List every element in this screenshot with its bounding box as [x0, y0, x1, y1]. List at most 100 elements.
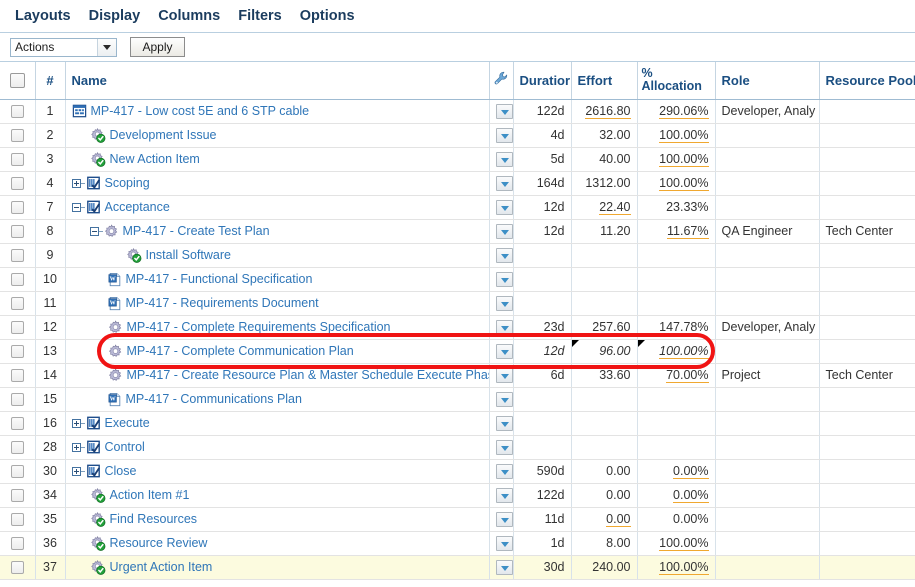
- row-name-cell[interactable]: MP-417 - Complete Requirements Specifica…: [65, 315, 490, 340]
- row-actions-cell[interactable]: [489, 507, 514, 532]
- table-row[interactable]: 2 Development Issue 4d 32.00 100.00%: [0, 123, 915, 148]
- row-actions-cell[interactable]: [489, 147, 514, 172]
- row-actions-cell[interactable]: [489, 555, 514, 580]
- row-actions-cell[interactable]: [489, 171, 514, 196]
- row-checkbox[interactable]: [10, 489, 24, 503]
- row-name-link[interactable]: Execute: [105, 416, 150, 430]
- row-actions-cell[interactable]: [489, 483, 514, 508]
- row-name-cell[interactable]: New Action Item: [65, 147, 490, 172]
- row-select-cell[interactable]: [0, 531, 36, 556]
- collapse-icon[interactable]: [71, 202, 85, 212]
- header-effort[interactable]: Effort: [571, 62, 638, 100]
- row-checkbox[interactable]: [10, 321, 24, 335]
- row-actions-cell[interactable]: [489, 435, 514, 460]
- header-select-all[interactable]: [0, 62, 36, 100]
- row-select-cell[interactable]: [0, 363, 36, 388]
- row-actions-cell[interactable]: [489, 123, 514, 148]
- row-name-cell[interactable]: MP-417 - Create Test Plan: [65, 219, 490, 244]
- table-row[interactable]: 12 MP-417 - Complete Requirements Specifi…: [0, 315, 915, 340]
- row-name-cell[interactable]: Find Resources: [65, 507, 490, 532]
- row-select-cell[interactable]: [0, 123, 36, 148]
- row-name-link[interactable]: MP-417 - Create Resource Plan & Master S…: [127, 368, 489, 382]
- row-actions-cell[interactable]: [489, 315, 514, 340]
- row-checkbox[interactable]: [10, 513, 24, 527]
- row-name-link[interactable]: Acceptance: [105, 200, 170, 214]
- row-name-cell[interactable]: MP-417 - Complete Communication Plan: [65, 339, 490, 364]
- table-row[interactable]: 15 W MP-417 - Communications Plan: [0, 387, 915, 412]
- row-dropdown-button[interactable]: [495, 415, 512, 431]
- row-actions-cell[interactable]: [489, 411, 514, 436]
- row-actions-cell[interactable]: [489, 339, 514, 364]
- row-checkbox[interactable]: [10, 273, 24, 287]
- row-name-link[interactable]: MP-417 - Requirements Document: [126, 296, 319, 310]
- row-name-link[interactable]: Resource Review: [110, 536, 208, 550]
- row-name-cell[interactable]: Action Item #1: [65, 483, 490, 508]
- row-checkbox[interactable]: [10, 537, 24, 551]
- row-select-cell[interactable]: [0, 411, 36, 436]
- row-checkbox[interactable]: [10, 153, 24, 167]
- menu-item-options[interactable]: Options: [291, 5, 364, 27]
- row-select-cell[interactable]: [0, 99, 36, 124]
- row-select-cell[interactable]: [0, 507, 36, 532]
- expand-icon[interactable]: [71, 466, 85, 476]
- row-dropdown-button[interactable]: [495, 463, 512, 479]
- row-select-cell[interactable]: [0, 219, 36, 244]
- menu-item-filters[interactable]: Filters: [229, 5, 291, 27]
- table-row[interactable]: 35 Find Resources 11d 0.00 0.00%: [0, 507, 915, 532]
- expand-icon[interactable]: [71, 442, 85, 452]
- table-row[interactable]: 9 Install Software: [0, 243, 915, 268]
- row-select-cell[interactable]: [0, 243, 36, 268]
- expand-icon[interactable]: [71, 178, 85, 188]
- row-actions-cell[interactable]: [489, 363, 514, 388]
- row-checkbox[interactable]: [10, 369, 24, 383]
- row-name-link[interactable]: New Action Item: [110, 152, 200, 166]
- table-row[interactable]: 13 MP-417 - Complete Communication Plan 12…: [0, 339, 915, 364]
- row-name-link[interactable]: MP-417 - Create Test Plan: [123, 224, 270, 238]
- header-duration[interactable]: Duratior: [513, 62, 572, 100]
- table-row[interactable]: 7 Acceptance 12d 22.40 23.33%: [0, 195, 915, 220]
- row-name-link[interactable]: Control: [105, 440, 145, 454]
- row-select-cell[interactable]: [0, 291, 36, 316]
- row-dropdown-button[interactable]: [495, 343, 512, 359]
- header-resource-pool[interactable]: Resource Pool: [819, 62, 915, 100]
- table-row[interactable]: 8 MP-417 - Create Test Plan 12d 11.20 11.67%…: [0, 219, 915, 244]
- row-dropdown-button[interactable]: [495, 127, 512, 143]
- row-dropdown-button[interactable]: [495, 535, 512, 551]
- row-actions-cell[interactable]: [489, 243, 514, 268]
- row-checkbox[interactable]: [10, 393, 24, 407]
- row-name-link[interactable]: Action Item #1: [110, 488, 190, 502]
- table-row[interactable]: 10 W MP-417 - Functional Specification: [0, 267, 915, 292]
- table-row[interactable]: 14 MP-417 - Create Resource Plan & Master…: [0, 363, 915, 388]
- menu-item-layouts[interactable]: Layouts: [6, 5, 80, 27]
- row-select-cell[interactable]: [0, 315, 36, 340]
- row-name-cell[interactable]: Control: [65, 435, 490, 460]
- row-actions-cell[interactable]: [489, 219, 514, 244]
- row-select-cell[interactable]: [0, 555, 36, 580]
- header-name[interactable]: Name: [65, 62, 490, 100]
- row-select-cell[interactable]: [0, 459, 36, 484]
- row-actions-cell[interactable]: [489, 531, 514, 556]
- row-name-cell[interactable]: W MP-417 - Communications Plan: [65, 387, 490, 412]
- row-name-cell[interactable]: MP-417 - Low cost 5E and 6 STP cable: [65, 99, 490, 124]
- header-allocation[interactable]: % Allocation: [637, 62, 716, 100]
- row-name-link[interactable]: MP-417 - Communications Plan: [126, 392, 302, 406]
- row-select-cell[interactable]: [0, 483, 36, 508]
- row-name-cell[interactable]: Close: [65, 459, 490, 484]
- row-checkbox[interactable]: [10, 249, 24, 263]
- row-actions-cell[interactable]: [489, 99, 514, 124]
- row-dropdown-button[interactable]: [495, 559, 512, 575]
- row-name-cell[interactable]: Acceptance: [65, 195, 490, 220]
- row-checkbox[interactable]: [10, 129, 24, 143]
- row-name-cell[interactable]: Install Software: [65, 243, 490, 268]
- row-name-cell[interactable]: W MP-417 - Functional Specification: [65, 267, 490, 292]
- row-select-cell[interactable]: [0, 195, 36, 220]
- row-checkbox[interactable]: [10, 177, 24, 191]
- row-name-link[interactable]: Find Resources: [110, 512, 198, 526]
- row-dropdown-button[interactable]: [495, 439, 512, 455]
- row-dropdown-button[interactable]: [495, 175, 512, 191]
- row-name-cell[interactable]: Urgent Action Item: [65, 555, 490, 580]
- row-dropdown-button[interactable]: [495, 151, 512, 167]
- row-name-cell[interactable]: Resource Review: [65, 531, 490, 556]
- row-actions-cell[interactable]: [489, 459, 514, 484]
- header-role[interactable]: Role: [715, 62, 820, 100]
